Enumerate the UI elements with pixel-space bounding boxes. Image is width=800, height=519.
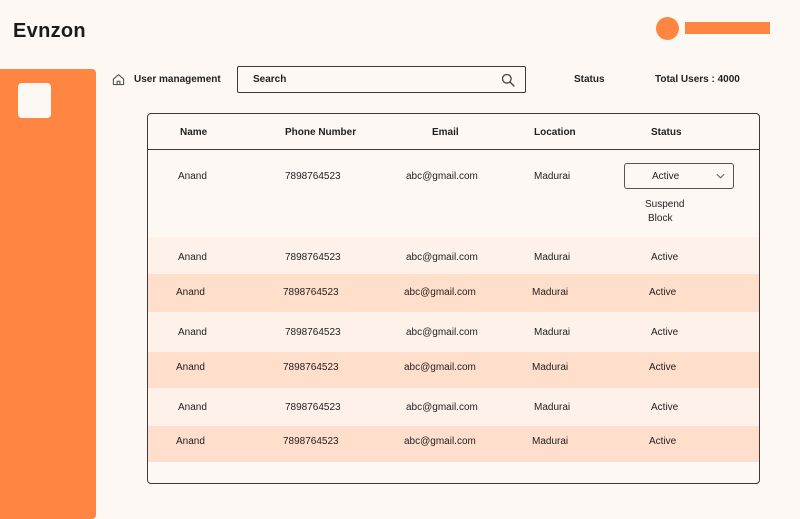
- search-input[interactable]: Search: [237, 66, 526, 93]
- cell-location: Madurai: [534, 171, 571, 182]
- cell-phone: 7898764523: [283, 362, 339, 373]
- cell-location: Madurai: [534, 402, 571, 413]
- cell-status[interactable]: Active: [651, 327, 678, 338]
- search-label: Search: [253, 74, 287, 85]
- cell-phone: 7898764523: [285, 402, 341, 413]
- cell-name: Anand: [178, 327, 207, 338]
- users-table: Name Phone Number Email Location Status …: [147, 113, 760, 484]
- cell-name: Anand: [178, 171, 207, 182]
- table-row[interactable]: Anand 7898764523 abc@gmail.com Madurai A…: [148, 274, 759, 312]
- column-header-name: Name: [180, 127, 208, 138]
- cell-email: abc@gmail.com: [404, 436, 476, 447]
- column-header-location: Location: [534, 127, 576, 138]
- table-row[interactable]: Anand 7898764523 abc@gmail.com Madurai A…: [148, 312, 759, 352]
- cell-location: Madurai: [534, 252, 571, 263]
- status-filter[interactable]: Status: [574, 74, 605, 85]
- cell-location: Madurai: [532, 287, 569, 298]
- cell-status[interactable]: Active: [651, 252, 678, 263]
- cell-location: Madurai: [532, 362, 569, 373]
- user-name-placeholder[interactable]: [685, 22, 770, 34]
- table-row[interactable]: Anand 7898764523 abc@gmail.com Madurai A…: [148, 388, 759, 426]
- breadcrumb-user-management: User management: [134, 74, 221, 85]
- cell-name: Anand: [178, 402, 207, 413]
- app-logo[interactable]: Evnzon: [13, 20, 86, 43]
- cell-email: abc@gmail.com: [404, 362, 476, 373]
- cell-location: Madurai: [534, 327, 571, 338]
- table-row[interactable]: Anand 7898764523 abc@gmail.com Madurai A…: [148, 426, 759, 462]
- cell-phone: 7898764523: [283, 436, 339, 447]
- cell-email: abc@gmail.com: [406, 171, 478, 182]
- cell-phone: 7898764523: [285, 252, 341, 263]
- cell-status[interactable]: Active: [649, 436, 676, 447]
- table-row[interactable]: Anand 7898764523 abc@gmail.com Madurai A…: [148, 237, 759, 274]
- total-users-count: Total Users : 4000: [655, 74, 740, 85]
- cell-name: Anand: [176, 362, 205, 373]
- cell-status[interactable]: Active: [649, 287, 676, 298]
- cell-phone: 7898764523: [285, 327, 341, 338]
- cell-location: Madurai: [532, 436, 569, 447]
- cell-phone: 7898764523: [283, 287, 339, 298]
- column-header-email: Email: [432, 127, 459, 138]
- sidebar-item[interactable]: [18, 83, 51, 118]
- status-dropdown-value: Active: [652, 171, 680, 182]
- sidebar: [0, 69, 96, 519]
- table-row[interactable]: Anand 7898764523 abc@gmail.com Madurai A…: [148, 352, 759, 388]
- cell-email: abc@gmail.com: [404, 287, 476, 298]
- cell-status[interactable]: Active: [651, 402, 678, 413]
- cell-name: Anand: [176, 436, 205, 447]
- cell-name: Anand: [178, 252, 207, 263]
- cell-phone: 7898764523: [285, 171, 341, 182]
- status-dropdown[interactable]: Active: [624, 163, 734, 189]
- cell-email: abc@gmail.com: [406, 402, 478, 413]
- cell-email: abc@gmail.com: [406, 327, 478, 338]
- table-header: Name Phone Number Email Location Status: [148, 114, 759, 150]
- status-option-suspend[interactable]: Suspend: [645, 199, 684, 210]
- column-header-status: Status: [651, 127, 682, 138]
- user-avatar[interactable]: [656, 17, 679, 40]
- cell-name: Anand: [176, 287, 205, 298]
- cell-email: abc@gmail.com: [406, 252, 478, 263]
- column-header-phone: Phone Number: [285, 127, 357, 138]
- table-row[interactable]: Anand 7898764523 abc@gmail.com Madurai A…: [148, 151, 759, 237]
- cell-status[interactable]: Active: [649, 362, 676, 373]
- home-icon[interactable]: [112, 73, 125, 86]
- chevron-down-icon: [716, 173, 725, 179]
- search-icon[interactable]: [501, 73, 515, 87]
- status-option-block[interactable]: Block: [648, 213, 672, 224]
